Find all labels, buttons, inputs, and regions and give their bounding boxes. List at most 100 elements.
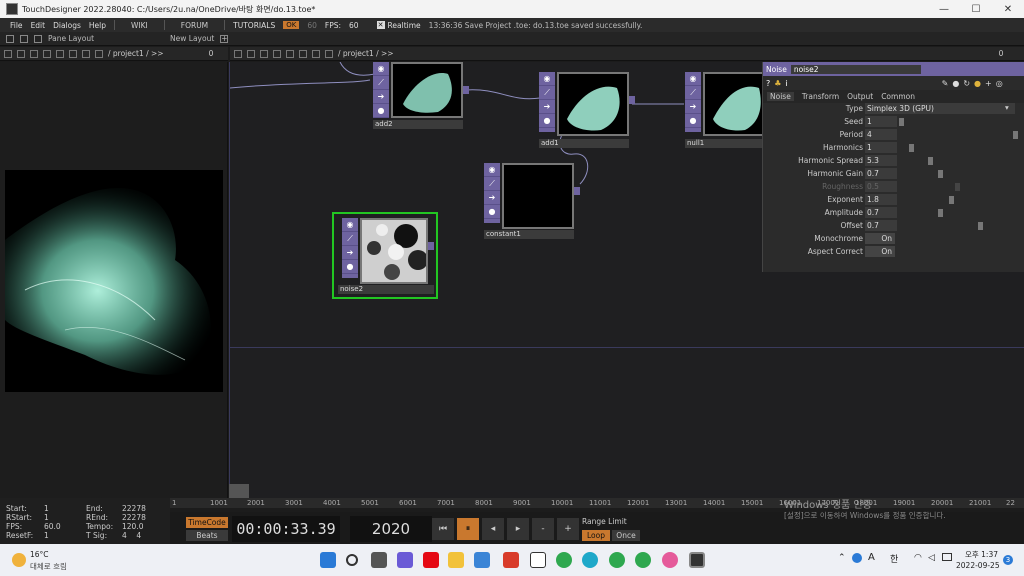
viewer-icon[interactable]: ◉ xyxy=(484,163,500,177)
loop-button[interactable]: Loop xyxy=(582,530,610,541)
node-add1-label[interactable]: add1 xyxy=(539,139,629,148)
chevron-up-icon[interactable]: ⌃ xyxy=(838,553,846,563)
music-icon[interactable] xyxy=(662,552,678,568)
mail-icon[interactable] xyxy=(474,552,490,568)
pane-split-icon[interactable] xyxy=(20,34,28,43)
offset-field[interactable]: 0.7 xyxy=(865,220,897,231)
monochrome-toggle[interactable]: On xyxy=(865,233,895,244)
offset-slider[interactable] xyxy=(978,222,983,230)
wifi-icon[interactable]: ◠ xyxy=(914,553,922,563)
stop-icon[interactable] xyxy=(17,49,25,58)
display-icon[interactable]: ➔ xyxy=(373,90,389,104)
tab-output[interactable]: Output xyxy=(847,92,873,101)
add-layout-button[interactable]: + xyxy=(220,34,229,43)
viewer-icon[interactable]: ◉ xyxy=(342,218,358,232)
add-icon[interactable] xyxy=(56,49,64,58)
comment-icon[interactable]: ● xyxy=(952,79,959,88)
tab-transform[interactable]: Transform xyxy=(802,92,839,101)
seed-field[interactable]: 1 xyxy=(865,116,897,127)
beats-button[interactable]: Beats xyxy=(186,530,228,541)
tutorials-link[interactable]: TUTORIALS xyxy=(233,21,275,30)
aspect-correct-toggle[interactable]: On xyxy=(865,246,895,257)
volume-icon[interactable]: ◁ xyxy=(928,553,935,563)
refresh-icon[interactable]: ↻ xyxy=(963,79,970,88)
battery-icon[interactable] xyxy=(942,553,952,561)
task-view-icon[interactable] xyxy=(371,552,387,568)
node-add2-label[interactable]: add2 xyxy=(373,120,463,129)
minimize-button[interactable]: — xyxy=(928,0,960,18)
chat-icon[interactable] xyxy=(397,552,413,568)
weather-description[interactable]: 대체로 흐림 xyxy=(30,561,67,572)
new-layout-button[interactable]: New Layout xyxy=(170,34,214,43)
input-language[interactable]: A xyxy=(868,552,875,563)
decrease-button[interactable]: - xyxy=(532,518,554,540)
exponent-field[interactable]: 1.8 xyxy=(865,194,897,205)
pane-resize-handle[interactable] xyxy=(229,484,249,498)
edge-icon[interactable] xyxy=(582,552,598,568)
tab-common[interactable]: Common xyxy=(881,92,915,101)
resetf-value[interactable]: 1 xyxy=(44,531,61,540)
tsig-value-2[interactable]: 4 xyxy=(136,531,141,540)
network-path[interactable]: / project1 / >> xyxy=(338,49,394,58)
ime-mode[interactable]: 한 xyxy=(890,552,898,565)
netflix-icon[interactable] xyxy=(423,552,439,568)
menu-file[interactable]: File xyxy=(10,21,23,30)
frame-display[interactable]: 2020 xyxy=(350,516,432,542)
start-value[interactable]: 1 xyxy=(44,504,61,513)
fps-value[interactable]: 60.0 xyxy=(44,522,61,531)
folder-icon[interactable] xyxy=(95,49,103,58)
node-constant1[interactable]: ◉ ⟋ ➔ ● constant1 xyxy=(484,163,580,241)
back-icon[interactable] xyxy=(30,49,38,58)
pause-button[interactable]: ⏸ xyxy=(457,518,479,540)
info-icon[interactable]: i xyxy=(785,79,787,88)
period-slider[interactable] xyxy=(1013,131,1018,139)
type-dropdown[interactable]: Simplex 3D (GPU) xyxy=(865,103,1015,114)
play-forward-button[interactable]: ▸ xyxy=(507,518,529,540)
notification-badge[interactable]: 3 xyxy=(1003,555,1013,565)
chrome-profile-icon[interactable] xyxy=(609,552,625,568)
harmonics-field[interactable]: 1 xyxy=(865,142,897,153)
param-op-name-field[interactable]: noise2 xyxy=(790,64,921,74)
rstart-value[interactable]: 1 xyxy=(44,513,61,522)
wiki-link[interactable]: WIKI xyxy=(123,21,156,30)
touchdesigner-taskbar-icon[interactable] xyxy=(689,552,705,568)
timecode-button[interactable]: TimeCode xyxy=(186,517,228,528)
amplitude-slider[interactable] xyxy=(938,209,943,217)
rewind-button[interactable]: ⏮ xyxy=(432,518,454,540)
harmonic-gain-slider[interactable] xyxy=(938,170,943,178)
bypass-icon[interactable]: ⟋ xyxy=(373,76,389,90)
home-icon[interactable] xyxy=(299,49,307,58)
menu-dialogs[interactable]: Dialogs xyxy=(53,21,81,30)
maximize-button[interactable]: ☐ xyxy=(960,0,992,18)
help-icon[interactable]: ? xyxy=(766,79,770,88)
display-icon[interactable]: ➔ xyxy=(484,191,500,205)
pane-layout-button[interactable]: Pane Layout xyxy=(48,34,94,43)
amplitude-field[interactable]: 0.7 xyxy=(865,207,897,218)
home-icon[interactable] xyxy=(69,49,77,58)
chevron-down-icon[interactable]: ▾ xyxy=(1005,103,1009,112)
forum-link[interactable]: FORUM xyxy=(173,21,216,30)
bookmark-icon[interactable] xyxy=(82,49,90,58)
exponent-slider[interactable] xyxy=(949,196,954,204)
harmonics-slider[interactable] xyxy=(909,144,914,152)
lock-icon[interactable]: ● xyxy=(373,104,389,118)
node-noise2-label[interactable]: noise2 xyxy=(338,285,434,294)
display-icon[interactable]: ➔ xyxy=(342,246,358,260)
folder-icon[interactable] xyxy=(325,49,333,58)
chrome-profile-2-icon[interactable] xyxy=(635,552,651,568)
clock-time[interactable]: 오후 1:37 xyxy=(962,549,998,560)
viewer-icon[interactable]: ◉ xyxy=(685,72,701,86)
add-icon[interactable] xyxy=(286,49,294,58)
node-add1[interactable]: ◉ ⟋ ➔ ● add1 xyxy=(539,72,635,150)
pane-menu-icon[interactable] xyxy=(234,49,242,58)
lock-icon[interactable]: ● xyxy=(685,114,701,128)
realtime-checkbox[interactable]: ✕ xyxy=(376,21,385,29)
file-explorer-icon[interactable] xyxy=(448,552,464,568)
clock-date[interactable]: 2022-09-25 xyxy=(956,561,1000,570)
viewer-icon[interactable]: ◉ xyxy=(373,62,389,76)
harmonic-gain-field[interactable]: 0.7 xyxy=(865,168,897,179)
end-value[interactable]: 22278 xyxy=(122,504,146,513)
tsig-value-1[interactable]: 4 xyxy=(122,531,127,540)
time-display[interactable]: 00:00:33.39 xyxy=(232,516,340,542)
period-field[interactable]: 4 xyxy=(865,129,897,140)
